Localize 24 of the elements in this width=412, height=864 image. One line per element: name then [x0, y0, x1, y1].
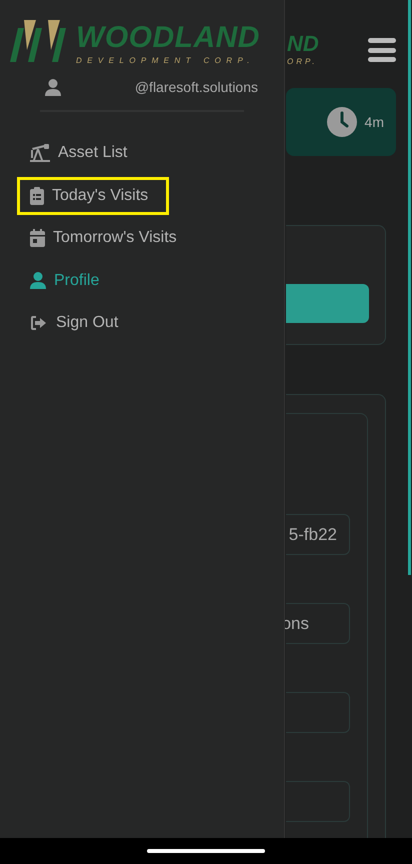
clock-icon	[326, 107, 357, 137]
avatar-icon	[45, 79, 61, 96]
menu-item[interactable]: Asset List	[17, 134, 140, 172]
menu-item[interactable]: Tomorrow's Visits	[17, 219, 190, 258]
logo-text: ND	[287, 33, 319, 55]
menu-item[interactable]: Sign Out	[17, 304, 132, 342]
input-field[interactable]	[286, 781, 350, 822]
home-indicator[interactable]	[147, 849, 265, 853]
menu-button[interactable]	[368, 38, 396, 62]
logo-tagline: DEVELOPMENT CORP.	[76, 57, 256, 65]
username: @flaresoft.solutions	[134, 78, 258, 97]
logo-text: WOODLAND	[76, 23, 260, 53]
input-field[interactable]	[286, 692, 350, 733]
logo-tagline: ORP.	[287, 58, 319, 66]
sign-out-icon	[30, 315, 48, 332]
user-icon	[30, 272, 46, 290]
timer-reading: 4m	[364, 112, 384, 132]
pumpjack-icon	[30, 144, 50, 162]
action-button[interactable]	[286, 284, 369, 323]
input-field[interactable]: 5-fb22	[286, 514, 350, 555]
menu-item[interactable]: Today's Visits	[17, 176, 170, 215]
calendar-icon	[30, 229, 45, 248]
clipboard-icon	[30, 186, 44, 205]
menu-item[interactable]: Profile	[17, 262, 112, 300]
